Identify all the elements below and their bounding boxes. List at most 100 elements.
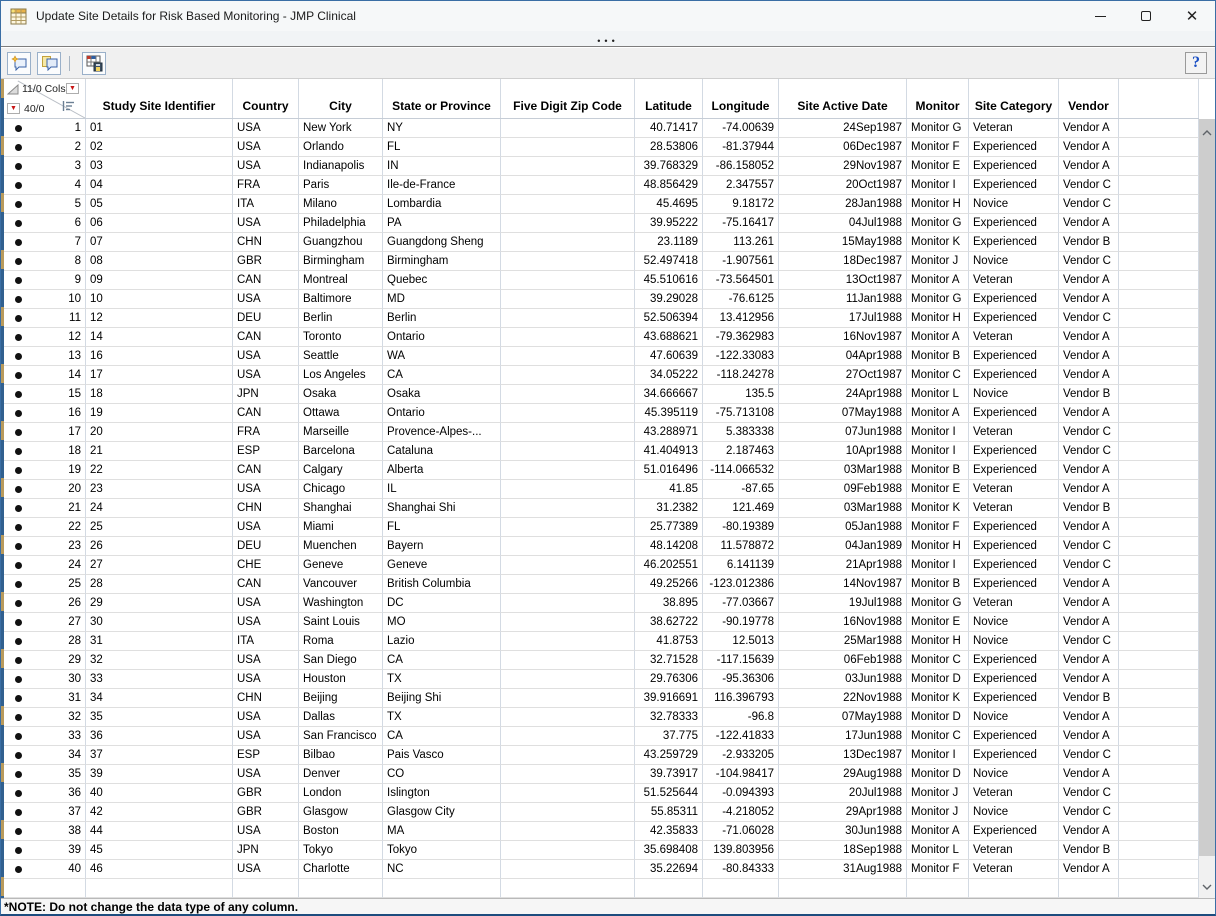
cell-monitor[interactable]: Monitor F (907, 860, 969, 879)
cell-latitude[interactable]: 39.29028 (635, 290, 703, 309)
cell-latitude[interactable]: 34.666667 (635, 385, 703, 404)
cell-latitude[interactable]: 37.775 (635, 727, 703, 746)
row-state-cell[interactable] (4, 518, 32, 537)
row-state-cell[interactable] (4, 271, 32, 290)
toolbar-overflow-handle[interactable]: ••• (597, 36, 618, 46)
vertical-scrollbar[interactable] (1199, 119, 1215, 898)
cell-state-or-province[interactable]: Ontario (383, 328, 501, 347)
cell-city[interactable]: Osaka (299, 385, 383, 404)
cell-vendor[interactable]: Vendor C (1059, 423, 1119, 442)
scroll-up-icon[interactable] (1201, 127, 1213, 139)
cell-five-digit-zip-code[interactable] (501, 727, 635, 746)
cell-site-category[interactable] (969, 879, 1059, 898)
cell-state-or-province[interactable]: IL (383, 480, 501, 499)
cell-site-active-date[interactable]: 06Feb1988 (779, 651, 907, 670)
cell-five-digit-zip-code[interactable] (501, 784, 635, 803)
cell-study-site-identifier[interactable]: 30 (86, 613, 233, 632)
cell-city[interactable]: Houston (299, 670, 383, 689)
cell-latitude[interactable]: 48.14208 (635, 537, 703, 556)
cell-vendor[interactable]: Vendor B (1059, 499, 1119, 518)
cell-longitude[interactable]: 121.469 (703, 499, 779, 518)
cell-vendor[interactable]: Vendor A (1059, 271, 1119, 290)
cell-state-or-province[interactable]: Cataluna (383, 442, 501, 461)
cell-longitude[interactable]: 139.803956 (703, 841, 779, 860)
cell-study-site-identifier[interactable]: 09 (86, 271, 233, 290)
cell-five-digit-zip-code[interactable] (501, 841, 635, 860)
cell-study-site-identifier[interactable]: 07 (86, 233, 233, 252)
cell-country[interactable]: USA (233, 860, 299, 879)
cell-five-digit-zip-code[interactable] (501, 461, 635, 480)
cell-monitor[interactable] (907, 879, 969, 898)
row-state-dot[interactable] (15, 429, 22, 436)
cell-city[interactable]: Chicago (299, 480, 383, 499)
row-state-cell[interactable] (4, 366, 32, 385)
cell-study-site-identifier[interactable]: 22 (86, 461, 233, 480)
cell-site-active-date[interactable] (779, 879, 907, 898)
row-number[interactable]: 14 (32, 366, 86, 385)
cell-state-or-province[interactable]: MD (383, 290, 501, 309)
cell-five-digit-zip-code[interactable] (501, 176, 635, 195)
cell-city[interactable]: Philadelphia (299, 214, 383, 233)
row-number[interactable]: 23 (32, 537, 86, 556)
cell-country[interactable]: CAN (233, 404, 299, 423)
cell-monitor[interactable]: Monitor K (907, 689, 969, 708)
cell-site-category[interactable]: Experienced (969, 575, 1059, 594)
cell-monitor[interactable]: Monitor C (907, 366, 969, 385)
cell-study-site-identifier[interactable]: 06 (86, 214, 233, 233)
cell-longitude[interactable]: 11.578872 (703, 537, 779, 556)
cell-longitude[interactable]: -122.41833 (703, 727, 779, 746)
row-state-cell[interactable] (4, 746, 32, 765)
cell-site-active-date[interactable]: 03Mar1988 (779, 461, 907, 480)
cell-city[interactable]: Los Angeles (299, 366, 383, 385)
cell-site-category[interactable]: Experienced (969, 347, 1059, 366)
cell-city[interactable]: San Francisco (299, 727, 383, 746)
cell-state-or-province[interactable]: Pais Vasco (383, 746, 501, 765)
cell-site-category[interactable]: Experienced (969, 518, 1059, 537)
cell-vendor[interactable]: Vendor A (1059, 860, 1119, 879)
cell-site-active-date[interactable]: 31Aug1988 (779, 860, 907, 879)
cell-study-site-identifier[interactable]: 40 (86, 784, 233, 803)
cell-city[interactable]: Miami (299, 518, 383, 537)
cell-monitor[interactable]: Monitor G (907, 119, 969, 138)
row-number[interactable]: 16 (32, 404, 86, 423)
row-state-cell[interactable] (4, 822, 32, 841)
cell-city[interactable]: Ottawa (299, 404, 383, 423)
cell-longitude[interactable]: 135.5 (703, 385, 779, 404)
row-state-cell[interactable] (4, 632, 32, 651)
cell-site-active-date[interactable]: 25Mar1988 (779, 632, 907, 651)
cell-state-or-province[interactable]: CO (383, 765, 501, 784)
cell-study-site-identifier[interactable]: 23 (86, 480, 233, 499)
cell-state-or-province[interactable]: CA (383, 651, 501, 670)
cell-state-or-province[interactable]: Alberta (383, 461, 501, 480)
cell-city[interactable]: Montreal (299, 271, 383, 290)
cell-state-or-province[interactable]: WA (383, 347, 501, 366)
cell-monitor[interactable]: Monitor L (907, 385, 969, 404)
row-state-dot[interactable] (15, 201, 22, 208)
cell-vendor[interactable]: Vendor C (1059, 803, 1119, 822)
row-state-dot[interactable] (15, 771, 22, 778)
row-number[interactable]: 25 (32, 575, 86, 594)
cell-site-active-date[interactable]: 06Dec1987 (779, 138, 907, 157)
cell-city[interactable]: Bilbao (299, 746, 383, 765)
cell-site-category[interactable]: Veteran (969, 271, 1059, 290)
cell-study-site-identifier[interactable]: 16 (86, 347, 233, 366)
cell-latitude[interactable]: 51.525644 (635, 784, 703, 803)
row-state-dot[interactable] (15, 752, 22, 759)
cell-longitude[interactable]: -80.84333 (703, 860, 779, 879)
cell-vendor[interactable]: Vendor A (1059, 404, 1119, 423)
cell-site-category[interactable]: Novice (969, 252, 1059, 271)
cell-vendor[interactable]: Vendor C (1059, 252, 1119, 271)
cell-country[interactable]: CAN (233, 271, 299, 290)
cell-country[interactable]: USA (233, 119, 299, 138)
cell-country[interactable]: USA (233, 594, 299, 613)
cell-site-active-date[interactable]: 20Oct1987 (779, 176, 907, 195)
cell-state-or-province[interactable]: Berlin (383, 309, 501, 328)
row-state-cell[interactable] (4, 404, 32, 423)
cell-five-digit-zip-code[interactable] (501, 575, 635, 594)
cell-city[interactable]: Marseille (299, 423, 383, 442)
row-state-dot[interactable] (15, 828, 22, 835)
cell-vendor[interactable]: Vendor A (1059, 347, 1119, 366)
cell-state-or-province[interactable]: Geneve (383, 556, 501, 575)
cell-state-or-province[interactable]: Provence-Alpes-... (383, 423, 501, 442)
cell-site-category[interactable]: Experienced (969, 366, 1059, 385)
